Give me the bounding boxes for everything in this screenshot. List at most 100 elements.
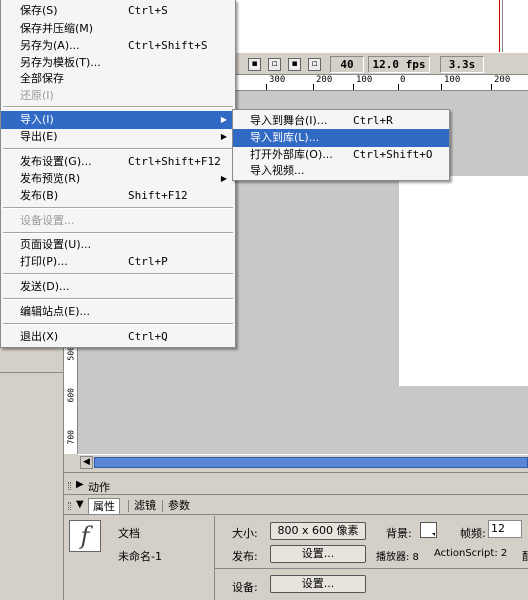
tools-panel-area: [0, 348, 64, 600]
menu-item-shortcut: Ctrl+S: [128, 4, 168, 17]
frame-rate-input[interactable]: 12: [488, 520, 522, 538]
center-frame-icon[interactable]: ▪: [248, 58, 261, 71]
grip-icon[interactable]: [68, 502, 71, 510]
menu-separator: [3, 298, 233, 300]
horizontal-scrollbar[interactable]: ◀: [78, 454, 528, 470]
properties-panel-body: f 文档 未命名-1 大小: 800 x 600 像素 背景: 帧频: 12 发…: [64, 516, 528, 600]
menu-item-publish-settings[interactable]: 发布设置(G)... Ctrl+Shift+F12: [1, 153, 235, 171]
menu-item-save-as[interactable]: 另存为(A)... Ctrl+Shift+S: [1, 37, 235, 55]
menu-item-import-to-library[interactable]: 导入到库(L)...: [233, 129, 449, 147]
ruler-label: 200: [494, 75, 511, 85]
background-color-swatch[interactable]: [420, 522, 437, 538]
ruler-tick: [398, 84, 399, 90]
menu-item-label: 发布预览(R): [20, 172, 81, 185]
timeline-frames-area[interactable]: [236, 0, 528, 52]
ruler-tick: [313, 84, 314, 90]
publish-label: 发布:: [232, 550, 258, 563]
ruler-tick: [266, 84, 267, 90]
menu-separator: [3, 148, 233, 150]
menu-item-import[interactable]: 导入(I) ▶: [1, 111, 235, 129]
menu-item-shortcut: Shift+F12: [128, 189, 188, 202]
menu-item-label: 退出(X): [20, 330, 59, 343]
ruler-label: 600: [66, 388, 76, 403]
actions-panel-header[interactable]: ▶ 动作: [64, 477, 528, 495]
actions-panel-title: 动作: [88, 481, 110, 494]
submenu-arrow-icon: ▶: [220, 132, 227, 141]
background-label: 背景:: [386, 527, 412, 540]
menu-item-edit-sites[interactable]: 编辑站点(E)...: [1, 303, 235, 321]
menu-item-revert: 还原(I): [1, 87, 235, 105]
frame-rate-display: 12.0 fps: [368, 56, 430, 73]
ruler-tick: [491, 84, 492, 90]
collapse-arrow-icon[interactable]: ▼: [76, 499, 84, 510]
menu-item-page-setup[interactable]: 页面设置(U)...: [1, 236, 235, 254]
menu-separator: [3, 273, 233, 275]
elapsed-time: 3.3s: [440, 56, 484, 73]
menu-separator: [3, 232, 233, 234]
stage-canvas[interactable]: [399, 176, 528, 386]
device-settings-button[interactable]: 设置...: [270, 575, 366, 593]
ruler-label: 300: [269, 75, 286, 85]
menu-item-device-settings: 设备设置...: [1, 212, 235, 230]
menu-item-label: 保存并压缩(M): [20, 22, 94, 35]
tab-parameters[interactable]: 参数: [164, 498, 194, 514]
menu-item-shortcut: Ctrl+Shift+F12: [128, 155, 221, 168]
menu-item-import-to-stage[interactable]: 导入到舞台(I)... Ctrl+R: [233, 112, 449, 130]
menu-item-export[interactable]: 导出(E) ▶: [1, 128, 235, 146]
document-type-label: 文档: [118, 527, 140, 540]
document-size-button[interactable]: 800 x 600 像素: [270, 522, 366, 540]
ruler-tick: [441, 84, 442, 90]
horizontal-ruler: 300 200 100 0 100 200: [236, 75, 528, 91]
document-name: 未命名-1: [118, 550, 162, 563]
menu-item-shortcut: Ctrl+P: [128, 255, 168, 268]
menu-item-label: 导入到舞台(I)...: [250, 114, 328, 127]
menu-item-label: 设备设置...: [20, 214, 75, 227]
edit-multiple-frames-icon[interactable]: ▫: [308, 58, 321, 71]
tab-filters[interactable]: 滤镜: [130, 498, 160, 514]
scroll-thumb[interactable]: [94, 457, 528, 468]
menu-item-label: 导入到库(L)...: [250, 131, 320, 144]
menu-item-label: 另存为(A)...: [20, 39, 80, 52]
menu-item-exit[interactable]: 退出(X) Ctrl+Q: [1, 328, 235, 346]
tab-separator: [128, 500, 129, 512]
size-label: 大小:: [232, 527, 258, 540]
panel-divider: [214, 568, 528, 569]
submenu-arrow-icon: ▶: [220, 115, 227, 124]
menu-item-save-compact[interactable]: 保存并压缩(M): [1, 20, 235, 38]
player-version: 播放器: 8: [376, 552, 419, 563]
menu-item-print[interactable]: 打印(P)... Ctrl+P: [1, 253, 235, 271]
menu-item-shortcut: Ctrl+R: [353, 114, 393, 127]
menu-item-label: 导出(E): [20, 130, 58, 143]
onion-outline-icon[interactable]: ▪: [288, 58, 301, 71]
menu-item-send[interactable]: 发送(D)...: [1, 278, 235, 296]
menu-separator: [3, 106, 233, 108]
menu-item-save[interactable]: 保存(S) Ctrl+S: [1, 2, 235, 20]
tab-separator: [162, 500, 163, 512]
timeline-status-bar: ▪ ▫ ▪ ▫ 40 12.0 fps 3.3s: [236, 52, 528, 75]
ruler-label: 100: [444, 75, 461, 85]
expand-arrow-icon[interactable]: ▶: [76, 479, 84, 490]
device-label: 设备:: [232, 581, 258, 594]
actionscript-version: ActionScript: 2: [434, 548, 508, 559]
menu-item-publish[interactable]: 发布(B) Shift+F12: [1, 187, 235, 205]
onion-skin-icon[interactable]: ▫: [268, 58, 281, 71]
ruler-label: 700: [66, 430, 76, 445]
menu-item-label: 发布设置(G)...: [20, 155, 92, 168]
menu-item-save-all[interactable]: 全部保存: [1, 70, 235, 88]
current-frame: 40: [330, 56, 364, 73]
tab-properties[interactable]: 属性: [88, 498, 120, 514]
scroll-left-icon[interactable]: ◀: [80, 456, 93, 469]
ruler-label: 0: [400, 75, 406, 85]
grip-icon[interactable]: [68, 482, 71, 490]
menu-item-publish-preview[interactable]: 发布预览(R) ▶: [1, 170, 235, 188]
menu-item-import-video[interactable]: 导入视频...: [233, 162, 449, 180]
publish-settings-button[interactable]: 设置...: [270, 545, 366, 563]
menu-item-label: 保存(S): [20, 4, 58, 17]
ruler-tick: [353, 84, 354, 90]
panel-divider: [0, 372, 64, 373]
submenu-arrow-icon: ▶: [220, 174, 227, 183]
menu-item-shortcut: Ctrl+Shift+S: [128, 39, 208, 52]
menu-item-label: 打印(P)...: [20, 255, 68, 268]
menu-separator: [3, 207, 233, 209]
playhead-line: [499, 0, 500, 52]
